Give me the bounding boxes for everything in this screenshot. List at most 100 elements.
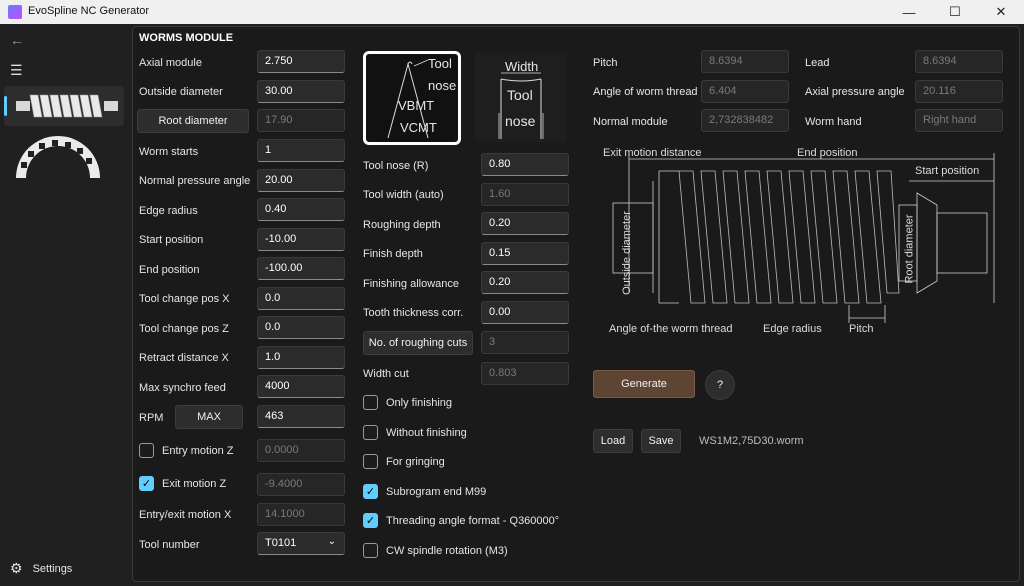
lead-label: Lead xyxy=(805,57,830,69)
lead-field: 8.6394 xyxy=(915,50,1003,73)
settings-label: Settings xyxy=(32,562,73,575)
spline-icon[interactable] xyxy=(12,132,104,180)
load-button[interactable]: Load xyxy=(593,429,633,453)
tooth-thickness-label: Tooth thickness corr. xyxy=(363,307,464,319)
tool-number-label: Tool number xyxy=(139,539,200,551)
generate-button[interactable]: Generate xyxy=(593,370,695,398)
module-title: WORMS MODULE xyxy=(139,32,234,44)
tool-width-image[interactable]: Width Tool nose xyxy=(475,53,567,143)
save-button[interactable]: Save xyxy=(641,429,681,453)
entry-exit-field: 14.1000 xyxy=(257,503,345,526)
angle-thread-diagram-label: Angle of-the worm thread xyxy=(609,323,733,335)
finish-depth-input[interactable]: 0.15 xyxy=(481,242,569,265)
subprogram-end-box[interactable]: ✓ xyxy=(363,484,378,499)
selection-indicator xyxy=(4,96,7,116)
tooth-thickness-input[interactable]: 0.00 xyxy=(481,301,569,324)
pitch-diagram-label: Pitch xyxy=(849,323,874,335)
vcmt-label: VCMT xyxy=(400,120,437,135)
subprogram-end-label: Subrogram end M99 xyxy=(386,485,487,498)
tool-nose-input[interactable]: 0.80 xyxy=(481,153,569,176)
back-arrow-icon[interactable]: ← xyxy=(10,32,24,48)
pitch-field: 8.6394 xyxy=(701,50,789,73)
nose-label-2: nose xyxy=(505,113,536,129)
tool-change-x-label: Tool change pos X xyxy=(139,293,230,305)
root-diameter-button[interactable]: Root diameter xyxy=(137,109,249,133)
outside-diameter-label: Outside diameter xyxy=(139,86,223,98)
width-label: Width xyxy=(505,59,539,74)
max-synchro-feed-label: Max synchro feed xyxy=(139,382,226,394)
start-position-input[interactable]: -10.00 xyxy=(257,228,345,251)
vbmt-label: VBMT xyxy=(398,98,435,113)
roughing-cuts-button[interactable]: No. of roughing cuts xyxy=(363,331,473,355)
axial-module-input[interactable]: 2.750 xyxy=(257,50,345,73)
edge-radius-input[interactable]: 0.40 xyxy=(257,198,345,221)
threading-angle-format-label: Threading angle format - Q360000° xyxy=(386,514,560,527)
tool-width-label: Tool width (auto) xyxy=(363,189,444,201)
chevron-down-icon: ⌄ xyxy=(327,536,336,547)
max-synchro-feed-input[interactable]: 4000 xyxy=(257,375,345,398)
tool-number-select[interactable]: T0101 ⌄ xyxy=(257,532,345,555)
tool-label-2: Tool xyxy=(507,87,533,103)
pitch-label: Pitch xyxy=(593,57,618,69)
worm-hand-field: Right hand xyxy=(915,109,1003,132)
title-bar: EvoSpline NC Generator — ☐ ✕ xyxy=(0,0,1024,24)
rpm-input[interactable]: 463 xyxy=(257,405,345,428)
for-grinding-box[interactable] xyxy=(363,454,378,469)
for-grinding-checkbox[interactable]: For gringing xyxy=(363,454,445,469)
finishing-allowance-label: Finishing allowance xyxy=(363,278,459,290)
cw-spindle-checkbox[interactable]: CW spindle rotation (M3) xyxy=(363,543,508,558)
nose-label: nose xyxy=(428,78,457,93)
window-title: EvoSpline NC Generator xyxy=(28,5,150,17)
normal-pressure-angle-input[interactable]: 20.00 xyxy=(257,169,345,192)
end-position-label: End position xyxy=(139,264,200,276)
entry-motion-box[interactable] xyxy=(139,443,154,458)
axial-pressure-angle-label: Axial pressure angle xyxy=(805,86,905,98)
entry-exit-label: Entry/exit motion X xyxy=(139,509,232,521)
entry-motion-checkbox[interactable]: Entry motion Z xyxy=(139,443,234,458)
end-position-input[interactable]: -100.00 xyxy=(257,257,345,280)
app-icon xyxy=(8,5,22,19)
angle-worm-thread-label: Angle of worm thread xyxy=(593,86,698,98)
sidebar-item-worms[interactable] xyxy=(4,86,124,126)
roughing-depth-label: Roughing depth xyxy=(363,219,441,231)
cw-spindle-box[interactable] xyxy=(363,543,378,558)
tool-nose-image[interactable]: Tool nose VBMT VCMT xyxy=(363,51,461,145)
hamburger-icon[interactable]: ☰ xyxy=(10,62,23,79)
without-finishing-label: Without finishing xyxy=(386,426,467,439)
roughing-depth-input[interactable]: 0.20 xyxy=(481,212,569,235)
end-position-diagram-label: End position xyxy=(797,147,858,159)
threading-angle-format-checkbox[interactable]: ✓ Threading angle format - Q360000° xyxy=(363,513,559,528)
only-finishing-label: Only finishing xyxy=(386,396,453,409)
rpm-label: RPM xyxy=(139,412,164,424)
finishing-allowance-input[interactable]: 0.20 xyxy=(481,271,569,294)
minimize-button[interactable]: — xyxy=(886,0,932,24)
axial-pressure-angle-field: 20.116 xyxy=(915,80,1003,103)
tool-change-x-input[interactable]: 0.0 xyxy=(257,287,345,310)
retract-distance-input[interactable]: 1.0 xyxy=(257,346,345,369)
outside-diameter-input[interactable]: 30.00 xyxy=(257,80,345,103)
exit-motion-box[interactable]: ✓ xyxy=(139,476,154,491)
tool-change-z-input[interactable]: 0.0 xyxy=(257,316,345,339)
settings-button[interactable]: ⚙ Settings xyxy=(10,560,72,577)
normal-pressure-angle-label: Normal pressure angle xyxy=(139,175,251,187)
normal-module-label: Normal module xyxy=(593,116,668,128)
width-cut-field: 0.803 xyxy=(481,362,569,385)
angle-worm-thread-field: 6.404 xyxy=(701,80,789,103)
rpm-max-button[interactable]: MAX xyxy=(175,405,243,429)
subprogram-end-checkbox[interactable]: ✓ Subrogram end M99 xyxy=(363,484,486,499)
worm-starts-input[interactable]: 1 xyxy=(257,139,345,162)
only-finishing-box[interactable] xyxy=(363,395,378,410)
exit-motion-distance-label: Exit motion distance xyxy=(603,147,702,159)
only-finishing-checkbox[interactable]: Only finishing xyxy=(363,395,452,410)
without-finishing-box[interactable] xyxy=(363,425,378,440)
retract-distance-label: Retract distance X xyxy=(139,352,229,364)
close-button[interactable]: ✕ xyxy=(978,0,1024,24)
threading-angle-format-box[interactable]: ✓ xyxy=(363,513,378,528)
exit-motion-checkbox[interactable]: ✓ Exit motion Z xyxy=(139,476,226,491)
help-button[interactable]: ? xyxy=(705,370,735,400)
tool-change-z-label: Tool change pos Z xyxy=(139,323,229,335)
root-diameter-diagram-label: Root diameter xyxy=(903,214,916,284)
worm-icon xyxy=(16,94,118,118)
without-finishing-checkbox[interactable]: Without finishing xyxy=(363,425,467,440)
maximize-button[interactable]: ☐ xyxy=(932,0,978,24)
